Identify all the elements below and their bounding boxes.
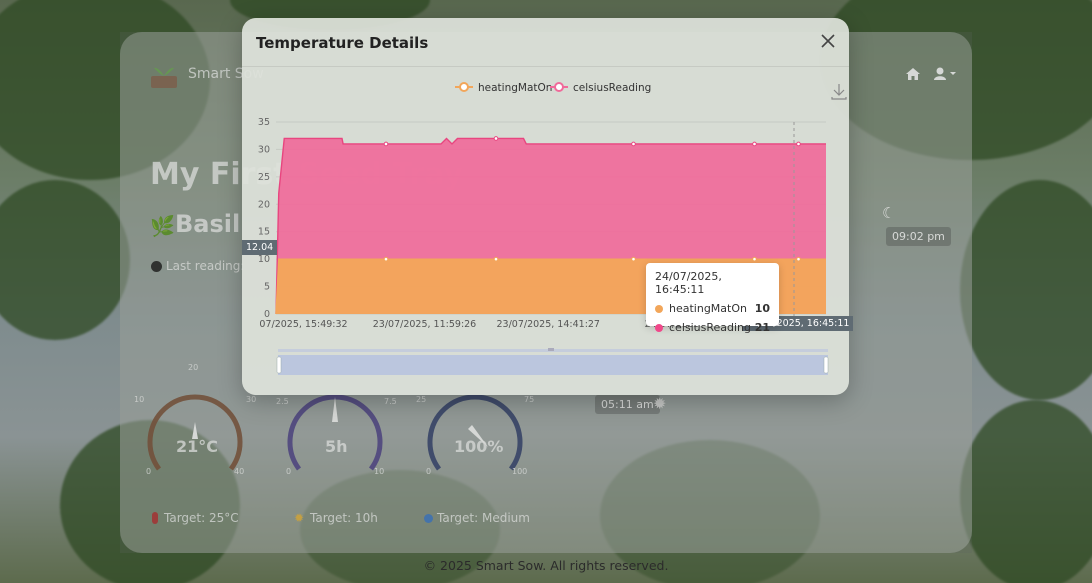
y-tick-label: 35 [258, 117, 270, 128]
tooltip-time: 24/07/2025, 16:45:11 [655, 270, 722, 296]
tooltip-row-celsiusreading: celsiusReading 21 [655, 321, 770, 334]
y-tick-label: 5 [264, 282, 270, 293]
zoom-handle-right[interactable] [823, 356, 829, 374]
tooltip-name-heatingmaton: heatingMatOn [669, 302, 747, 315]
tooltip-value-heatingmaton: 10 [754, 302, 770, 315]
crosshair-y-label: 12.04 [242, 240, 278, 255]
y-axis-ticks: 05101520253035 [258, 117, 270, 320]
data-point[interactable] [493, 136, 499, 141]
tooltip-dot-celsiusreading [655, 323, 663, 332]
y-tick-label: 15 [258, 227, 270, 238]
download-icon[interactable] [831, 84, 847, 100]
data-point[interactable] [383, 256, 389, 262]
footer-copyright: © 2025 Smart Sow. All rights reserved. [423, 558, 669, 573]
y-tick-label: 10 [258, 254, 270, 265]
y-tick-label: 25 [258, 172, 270, 183]
legend-item-celsiusreading[interactable]: celsiusReading [550, 82, 651, 94]
x-tick-label: 23/07/2025, 11:59:26 [373, 319, 476, 330]
x-axis-ticks: 07/2025, 15:49:32 23/07/2025, 11:59:26 23/… [259, 319, 699, 330]
legend-label-heatingmaton: heatingMatOn [478, 82, 552, 94]
temperature-details-modal: Temperature Details heatingMatOn celsius… [242, 18, 854, 395]
tooltip-value-celsiusreading: 21 [754, 321, 770, 334]
tooltip-name-celsiusreading: celsiusReading [669, 321, 752, 334]
legend-label-celsiusreading: celsiusReading [573, 82, 651, 94]
tooltip-row-heatingmaton: heatingMatOn 10 [655, 302, 770, 315]
y-tick-label: 30 [258, 144, 270, 155]
data-point[interactable] [752, 141, 757, 147]
legend-item-heatingmaton[interactable]: heatingMatOn [455, 82, 552, 94]
data-point[interactable] [493, 256, 499, 262]
data-point[interactable] [796, 256, 801, 262]
data-point[interactable] [752, 256, 757, 262]
temperature-chart: heatingMatOn celsiusReading 051015202530… [258, 82, 847, 375]
chart-tooltip: 24/07/2025, 16:45:11 heatingMatOn 10 cel… [646, 263, 779, 334]
data-point[interactable] [631, 256, 636, 262]
data-point[interactable] [796, 141, 801, 147]
zoom-handle-left[interactable] [276, 356, 282, 374]
tooltip-dot-heatingmaton [655, 304, 663, 313]
data-zoom-slider[interactable] [276, 348, 829, 375]
y-tick-label: 20 [258, 199, 270, 210]
data-point[interactable] [383, 141, 389, 147]
data-point[interactable] [631, 141, 636, 147]
x-tick-label: 07/2025, 15:49:32 [259, 319, 347, 330]
x-tick-label: 23/07/2025, 14:41:27 [497, 319, 600, 330]
chart-legend: heatingMatOn celsiusReading [455, 82, 651, 94]
